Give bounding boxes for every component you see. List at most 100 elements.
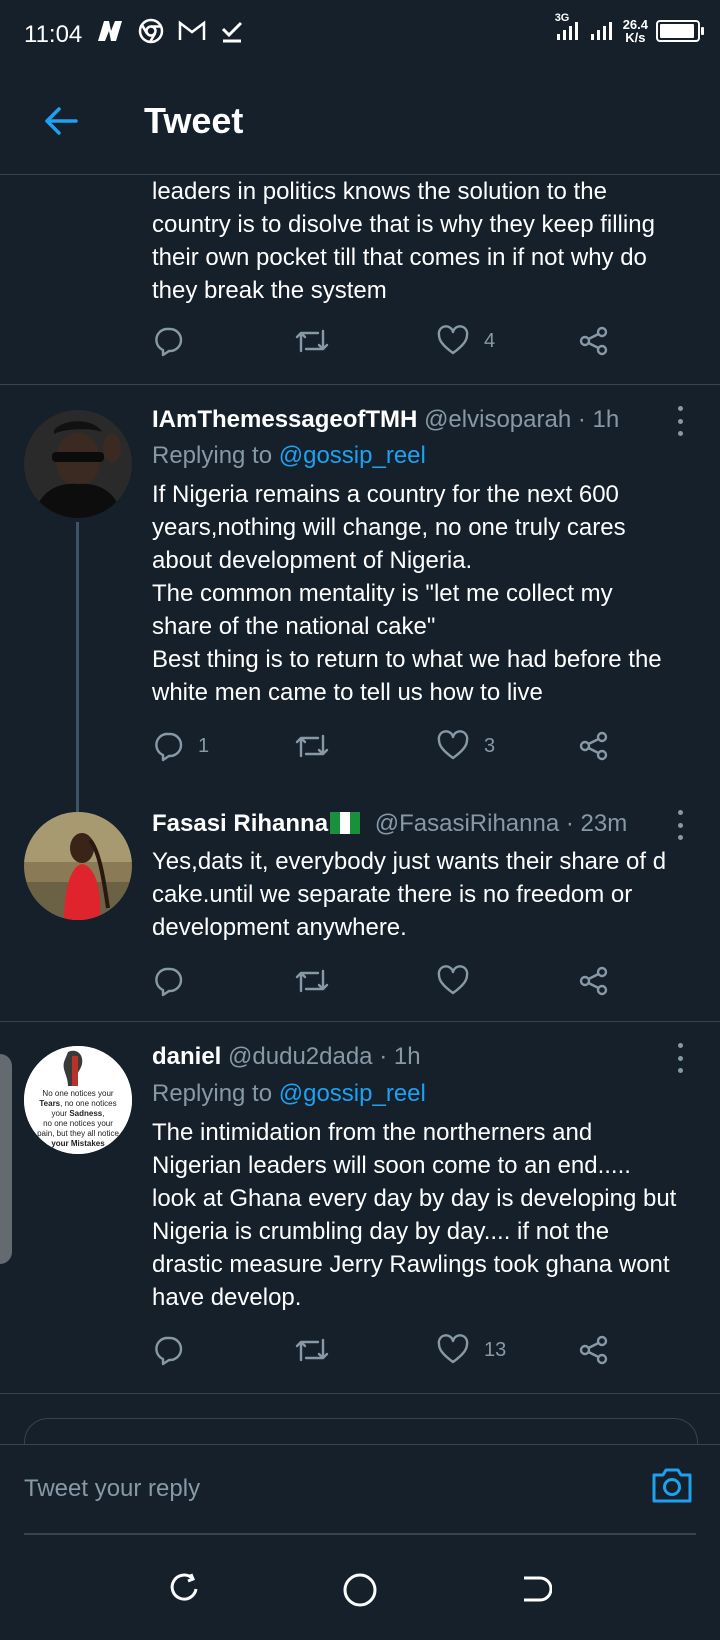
share-button[interactable] — [578, 325, 610, 357]
heart-icon — [437, 325, 469, 355]
replying-to: Replying to @gossip_reel — [152, 1080, 426, 1108]
tweet-text: The intimidation from the northerners an… — [152, 1119, 677, 1311]
tweet-actions: 13 — [152, 1334, 622, 1374]
back-icon — [524, 1576, 553, 1602]
more-options-button[interactable] — [670, 810, 690, 840]
heart-icon — [437, 730, 469, 760]
svg-text:Tears, no one notices: Tears, no one notices — [39, 1099, 116, 1108]
arrow-left-icon — [45, 107, 78, 135]
replying-to-link[interactable]: @gossip_reel — [279, 1080, 426, 1107]
reply-button[interactable]: 1 — [152, 730, 209, 762]
svg-text:your Mistakes: your Mistakes — [51, 1139, 105, 1148]
reply-input[interactable]: Tweet your reply — [24, 1475, 200, 1503]
back-button[interactable] — [36, 96, 86, 146]
status-time: 11:04 — [24, 20, 83, 48]
camera-button[interactable] — [650, 1465, 694, 1510]
retweet-button[interactable] — [294, 325, 344, 357]
divider — [0, 1393, 720, 1394]
like-button[interactable] — [436, 965, 484, 997]
retweet-button[interactable] — [294, 965, 344, 997]
recents-button[interactable] — [166, 1572, 200, 1611]
avatar[interactable] — [24, 812, 132, 920]
home-button[interactable] — [342, 1572, 378, 1613]
retweet-icon — [295, 969, 329, 993]
input-underline — [24, 1533, 696, 1535]
svg-text:pain, but they all notice: pain, but they all notice — [37, 1129, 119, 1138]
more-options-button[interactable] — [670, 406, 690, 436]
dot-icon — [677, 431, 683, 436]
edge-panel-handle[interactable] — [0, 1054, 12, 1264]
page-title: Tweet — [144, 100, 244, 141]
dot-icon — [677, 822, 683, 828]
speed-unit: K/s — [625, 29, 646, 45]
tweet-author-row: daniel @dudu2dada · 1h — [152, 1043, 421, 1071]
retweet-icon — [295, 734, 329, 758]
heart-icon — [437, 1334, 469, 1364]
tweet-author-row: Fasasi Rihanna @FasasiRihanna · 23m — [152, 810, 627, 841]
thread-line — [76, 522, 79, 812]
reply-icon — [155, 1336, 183, 1366]
tweet-text: If Nigeria remains a country for the nex… — [152, 481, 662, 706]
replying-to-link[interactable]: @gossip_reel — [279, 442, 426, 469]
like-count: 3 — [484, 734, 496, 757]
tweet-time: · 23m — [565, 810, 628, 837]
tweet-actions: 4 — [152, 325, 622, 365]
reply-button[interactable] — [152, 325, 198, 357]
recents-icon — [170, 1573, 198, 1601]
replying-to: Replying to @gossip_reel — [152, 442, 426, 470]
author-name[interactable]: daniel — [152, 1043, 221, 1070]
dot-icon — [677, 1068, 683, 1073]
battery-icon — [656, 19, 704, 42]
reply-icon — [155, 732, 183, 762]
reply-button[interactable] — [152, 1334, 198, 1366]
speed-value: 26.4 — [622, 16, 648, 32]
signal-icon: 3G — [555, 12, 581, 45]
like-count: 13 — [484, 1338, 507, 1361]
nigeria-flag-icon — [330, 812, 361, 841]
dot-icon — [677, 1043, 683, 1048]
tweet-time: · 1h — [577, 406, 620, 433]
retweet-button[interactable] — [294, 730, 344, 762]
like-button[interactable]: 13 — [436, 1334, 506, 1366]
retweet-icon — [295, 1338, 329, 1362]
author-name[interactable]: IAmThemessageofTMH — [152, 406, 417, 433]
tweet-actions: 1 3 — [152, 730, 622, 770]
replying-label: Replying to — [152, 442, 273, 469]
share-button[interactable] — [578, 730, 610, 762]
tweet-text: leaders in politics knows the solution t… — [152, 178, 655, 304]
chrome-icon — [138, 18, 164, 51]
camera-icon — [652, 1468, 692, 1503]
share-icon — [579, 966, 608, 996]
svg-text:No one notices your: No one notices your — [42, 1089, 113, 1098]
like-count: 4 — [484, 329, 496, 352]
network-type: 3G — [554, 12, 570, 24]
avatar[interactable] — [24, 410, 132, 518]
like-button[interactable]: 3 — [436, 730, 495, 762]
dot-icon — [677, 418, 683, 424]
share-button[interactable] — [578, 965, 610, 997]
author-handle[interactable]: @elvisoparah — [424, 406, 571, 433]
divider — [0, 1021, 720, 1022]
author-handle[interactable]: @dudu2dada — [228, 1043, 373, 1070]
gmail-icon — [178, 20, 206, 49]
signal-icon — [589, 16, 615, 45]
tweet-text: Yes,dats it, everybody just wants their … — [152, 848, 667, 941]
like-button[interactable]: 4 — [436, 325, 495, 357]
replying-label: Replying to — [152, 1080, 273, 1107]
reply-button[interactable] — [152, 965, 198, 997]
dot-icon — [677, 835, 683, 840]
author-handle[interactable]: @FasasiRihanna — [375, 810, 559, 837]
share-icon — [579, 326, 608, 356]
n-app-icon — [96, 19, 124, 50]
heart-icon — [437, 965, 469, 995]
share-icon — [579, 1335, 608, 1365]
share-button[interactable] — [578, 1334, 610, 1366]
back-nav-button[interactable] — [518, 1572, 553, 1611]
dot-icon — [677, 406, 683, 411]
avatar[interactable]: No one notices your Tears, no one notice… — [24, 1046, 132, 1154]
more-options-button[interactable] — [670, 1043, 690, 1073]
author-name[interactable]: Fasasi Rihanna — [152, 810, 328, 837]
tweet-time: · 1h — [379, 1043, 421, 1070]
share-icon — [579, 731, 608, 761]
retweet-button[interactable] — [294, 1334, 344, 1366]
